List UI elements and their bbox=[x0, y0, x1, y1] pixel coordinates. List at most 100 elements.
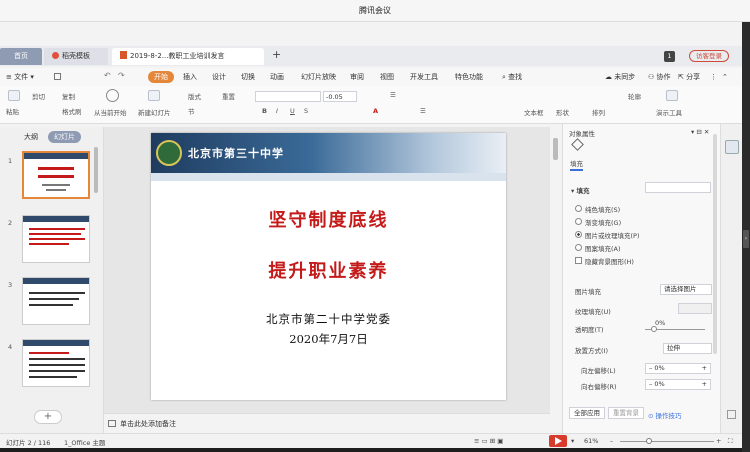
menu-transition[interactable]: 切换 bbox=[241, 71, 255, 83]
share-button[interactable]: ⇱ 分享 bbox=[678, 71, 700, 83]
zoom-in-icon[interactable]: + bbox=[716, 437, 721, 445]
canvas-scrollbar[interactable] bbox=[553, 138, 558, 160]
undo-icon[interactable]: ↶ bbox=[104, 71, 111, 80]
radio-solid-fill[interactable] bbox=[575, 205, 582, 212]
more-icon[interactable]: ⋮ bbox=[710, 71, 717, 83]
current-slide[interactable]: 北京市第三十中学 坚守制度底线 提升职业素养 北京市第二十中学党委 2020年7… bbox=[151, 133, 506, 400]
plus-icon[interactable]: + bbox=[702, 364, 707, 373]
tab-document[interactable]: 2019-8-2...教职工业培训发言 bbox=[112, 48, 264, 65]
hide-bg-label[interactable]: 隐藏背景图形(H) bbox=[585, 256, 634, 266]
slide-title-line-2[interactable]: 提升职业素养 bbox=[151, 257, 506, 283]
presenter-tools-icon[interactable] bbox=[666, 90, 678, 101]
bold-icon[interactable]: B bbox=[262, 107, 267, 115]
option-solid-fill[interactable]: 纯色填充(S) bbox=[585, 204, 620, 214]
fill-bucket-icon[interactable] bbox=[571, 138, 584, 151]
radio-gradient-fill[interactable] bbox=[575, 218, 582, 225]
menu-animation[interactable]: 动画 bbox=[270, 71, 284, 83]
new-slide-button[interactable]: 新建幻灯片 bbox=[138, 107, 171, 117]
option-picture-fill[interactable]: 图片或纹理填充(P) bbox=[585, 230, 640, 240]
properties-toggle-icon[interactable] bbox=[725, 140, 739, 154]
menu-insert[interactable]: 插入 bbox=[183, 71, 197, 83]
radio-picture-fill[interactable] bbox=[575, 231, 582, 238]
placement-dropdown[interactable]: 拉伸 bbox=[663, 343, 712, 354]
tab-fill[interactable]: 填充 bbox=[570, 158, 583, 171]
zoom-slider-thumb[interactable] bbox=[646, 438, 652, 444]
menu-review[interactable]: 审阅 bbox=[350, 71, 364, 83]
search-menu[interactable]: ⌕ 查找 bbox=[502, 71, 522, 83]
collapse-ribbon-icon[interactable]: ⌃ bbox=[722, 71, 728, 83]
slide-thumbnail[interactable] bbox=[22, 151, 90, 199]
play-dropdown-icon[interactable]: ▾ bbox=[571, 437, 574, 445]
zoom-value[interactable]: 61% bbox=[584, 437, 598, 445]
slide-organization[interactable]: 北京市第二十中学党委 bbox=[151, 311, 506, 327]
font-color-icon[interactable]: A bbox=[373, 107, 378, 115]
tab-home[interactable]: 首页 bbox=[0, 48, 42, 65]
add-slide-icon[interactable]: + bbox=[34, 410, 62, 424]
redo-icon[interactable]: ↷ bbox=[118, 71, 125, 80]
menu-developer[interactable]: 开发工具 bbox=[410, 71, 438, 83]
new-tab-icon[interactable]: + bbox=[272, 48, 281, 61]
apply-all-button[interactable]: 全部应用 bbox=[569, 407, 605, 419]
radio-pattern-fill[interactable] bbox=[575, 244, 582, 251]
normal-view-icon[interactable]: ▭ bbox=[482, 437, 490, 445]
slide-thumbnail[interactable] bbox=[22, 277, 90, 325]
reset-background-button[interactable]: 重置背景 bbox=[608, 407, 644, 419]
bullet-list-icon[interactable]: ☰ bbox=[390, 91, 396, 99]
tab-outline[interactable]: 大纲 bbox=[24, 132, 38, 142]
tips-link[interactable]: ⊙ 操作技巧 bbox=[648, 410, 682, 420]
login-button[interactable]: 访客登录 bbox=[689, 50, 729, 62]
offset-left-field[interactable]: – 0% + bbox=[645, 363, 711, 374]
format-painter-button[interactable]: 格式刷 bbox=[62, 106, 82, 116]
layout-button[interactable]: 版式 bbox=[188, 91, 201, 101]
new-slide-icon[interactable] bbox=[148, 90, 160, 101]
plus-icon[interactable]: + bbox=[702, 380, 707, 389]
save-icon[interactable] bbox=[54, 73, 61, 80]
play-from-current-button[interactable]: 从当前开始 bbox=[94, 107, 127, 117]
play-slideshow-button[interactable] bbox=[549, 435, 567, 447]
menu-features[interactable]: 特色功能 bbox=[455, 71, 483, 83]
offset-right-field[interactable]: – 0% + bbox=[645, 379, 711, 390]
tab-slides[interactable]: 幻灯片 bbox=[48, 131, 81, 143]
reading-view-icon[interactable]: ▣ bbox=[497, 437, 503, 445]
align-center-icon[interactable]: ☰ bbox=[420, 107, 426, 115]
zoom-slider[interactable] bbox=[620, 441, 714, 442]
thumbnail-scrollbar[interactable] bbox=[94, 147, 98, 193]
side-tool-icon[interactable] bbox=[727, 410, 736, 419]
shape-button[interactable]: 形状 bbox=[556, 107, 569, 117]
arrange-button[interactable]: 排列 bbox=[592, 107, 605, 117]
paste-icon[interactable] bbox=[8, 90, 20, 101]
underline-icon[interactable]: U bbox=[290, 107, 295, 115]
slide-thumbnail[interactable] bbox=[22, 339, 90, 387]
outline-button[interactable]: 轮廓 bbox=[628, 91, 641, 101]
text-box-button[interactable]: 文本框 bbox=[524, 107, 544, 117]
font-name-field[interactable] bbox=[255, 91, 321, 102]
option-pattern-fill[interactable]: 图案填充(A) bbox=[585, 243, 621, 253]
tab-templates[interactable]: 稻壳模板 bbox=[44, 48, 108, 65]
slide-date[interactable]: 2020年7月7日 bbox=[151, 331, 506, 347]
font-size-field[interactable]: -0.05 bbox=[323, 91, 357, 102]
panel-options-icon[interactable]: ▾ ⊟ ✕ bbox=[691, 128, 709, 136]
properties-scrollbar[interactable] bbox=[713, 134, 717, 354]
sync-status[interactable]: ☁ 未同步 bbox=[605, 71, 635, 83]
menu-design[interactable]: 设计 bbox=[212, 71, 226, 83]
menu-slideshow[interactable]: 幻灯片放映 bbox=[301, 71, 336, 83]
fill-section-header[interactable]: ▾ 填充 bbox=[571, 185, 590, 195]
fill-preview-dropdown[interactable] bbox=[645, 182, 711, 193]
checkbox-hide-bg[interactable] bbox=[575, 257, 582, 264]
section-button[interactable]: 节 bbox=[188, 106, 195, 116]
zoom-out-icon[interactable]: – bbox=[610, 437, 613, 445]
paste-label[interactable]: 粘贴 bbox=[6, 106, 19, 116]
slide-title-line-1[interactable]: 坚守制度底线 bbox=[151, 206, 506, 232]
collab-button[interactable]: ⚇ 协作 bbox=[648, 71, 671, 83]
option-gradient-fill[interactable]: 渐变填充(G) bbox=[585, 217, 621, 227]
picture-fill-dropdown[interactable]: 请选择图片 bbox=[660, 284, 712, 295]
menu-view[interactable]: 视图 bbox=[380, 71, 394, 83]
file-menu[interactable]: ≡ 文件 ▾ bbox=[6, 71, 34, 83]
copy-button[interactable]: 复制 bbox=[62, 91, 75, 101]
menu-start[interactable]: 开始 bbox=[148, 71, 174, 83]
cut-button[interactable]: 剪切 bbox=[32, 91, 45, 101]
fit-window-icon[interactable]: ⛶ bbox=[728, 437, 733, 446]
expand-arrow-icon[interactable]: › bbox=[743, 230, 749, 248]
reset-button[interactable]: 重置 bbox=[222, 91, 235, 101]
slide-thumbnail[interactable] bbox=[22, 215, 90, 263]
